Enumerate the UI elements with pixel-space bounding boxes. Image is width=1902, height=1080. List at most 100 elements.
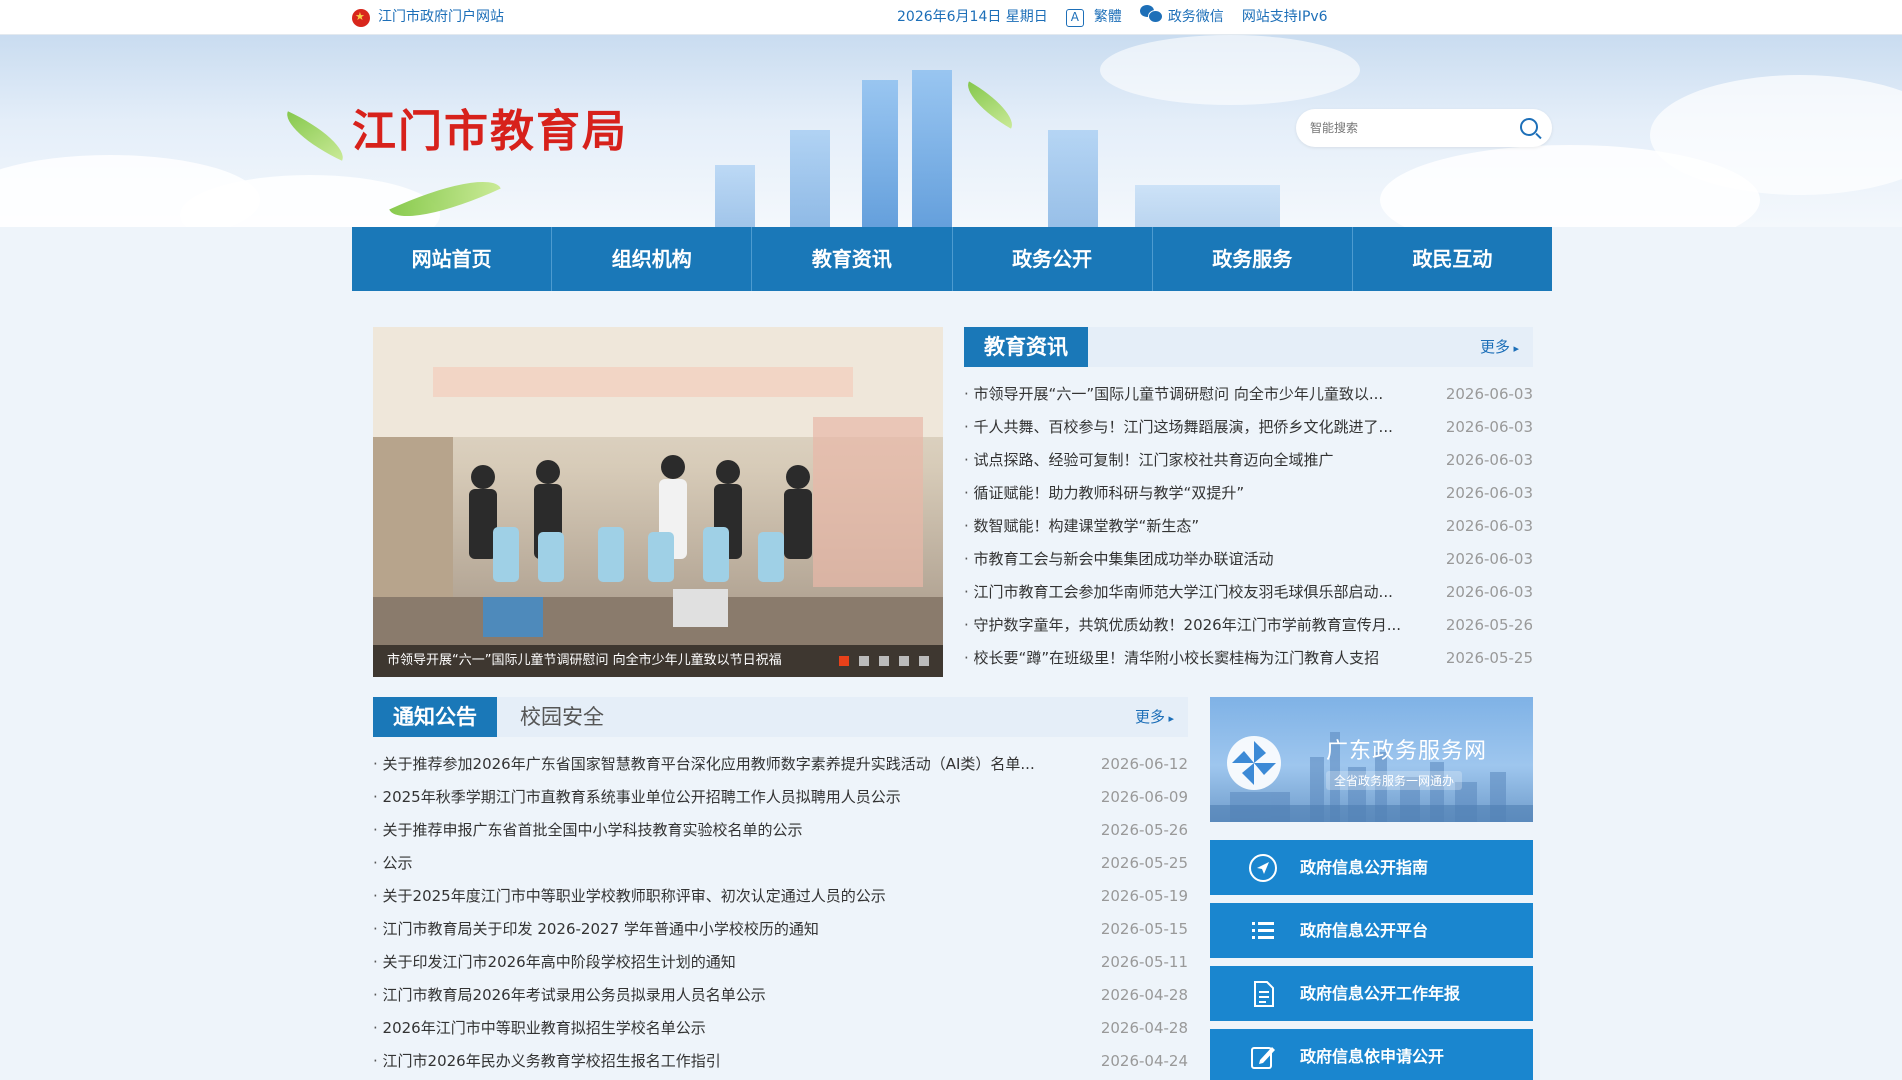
service-button-annual-report[interactable]: 政府信息公开工作年报 bbox=[1210, 966, 1533, 1021]
notice-title[interactable]: 关于2025年度江门市中等职业学校教师职称评审、初次认定通过人员的公示 bbox=[373, 880, 1083, 913]
list-item[interactable]: 关于印发江门市2026年高中阶段学校招生计划的通知 2026-05-11 bbox=[373, 946, 1188, 979]
notice-title[interactable]: 2025年秋季学期江门市直教育系统事业单位公开招聘工作人员拟聘用人员公示 bbox=[373, 781, 1083, 814]
news-title[interactable]: 江门市教育工会参加华南师范大学江门校友羽毛球俱乐部启动... bbox=[964, 576, 1424, 609]
news-title[interactable]: 校长要“蹲”在班级里！清华附小校长窦桂梅为江门教育人支招 bbox=[964, 642, 1424, 675]
traditional-chinese-label: 繁體 bbox=[1093, 9, 1122, 25]
top-bar: 江门市政府门户网站 2026年6月14日 星期日 A 繁體 政务微信 网站支持IP… bbox=[0, 0, 1902, 35]
nav-item-education-news[interactable]: 教育资讯 bbox=[752, 227, 953, 291]
service-button-apply-disclosure[interactable]: 政府信息依申请公开 bbox=[1210, 1029, 1533, 1080]
skyline-tower bbox=[715, 165, 755, 227]
notice-date: 2026-06-12 bbox=[1100, 755, 1188, 773]
font-toggle-icon: A bbox=[1065, 9, 1084, 27]
traditional-chinese-link[interactable]: A 繁體 bbox=[1065, 0, 1122, 35]
national-emblem-icon bbox=[352, 0, 370, 34]
notice-title[interactable]: 公示 bbox=[373, 847, 1083, 880]
list-item[interactable]: 关于推荐参加2026年广东省国家智慧教育平台深化应用教师数字素养提升实践活动（A… bbox=[373, 748, 1188, 781]
list-item[interactable]: 关于推荐申报广东省首批全国中小学科技教育实验校名单的公示 2026-05-26 bbox=[373, 814, 1188, 847]
guangdong-service-banner[interactable]: 广东政务服务网 全省政务服务一网通办 bbox=[1210, 697, 1533, 822]
slider-photo bbox=[373, 327, 943, 677]
notice-title[interactable]: 关于推荐参加2026年广东省国家智慧教育平台深化应用教师数字素养提升实践活动（A… bbox=[373, 748, 1083, 781]
slider-dot-1[interactable] bbox=[839, 656, 849, 666]
header-banner: 江门市教育局 bbox=[0, 35, 1902, 227]
search-input[interactable] bbox=[1310, 118, 1510, 138]
notice-date: 2026-05-25 bbox=[1100, 854, 1188, 872]
site-title: 江门市教育局 bbox=[352, 106, 628, 157]
nav-item-government-services[interactable]: 政务服务 bbox=[1153, 227, 1353, 291]
list-icon bbox=[1252, 922, 1274, 939]
news-title[interactable]: 守护数字童年，共筑优质幼教！2026年江门市学前教育宣传月... bbox=[964, 609, 1424, 642]
list-item[interactable]: 2026年江门市中等职业教育拟招生学校名单公示 2026-04-28 bbox=[373, 1012, 1188, 1045]
list-item[interactable]: 千人共舞、百校参与！江门这场舞蹈展演，把侨乡文化跳进了... 2026-06-03 bbox=[964, 411, 1533, 444]
list-item[interactable]: 2025年秋季学期江门市直教育系统事业单位公开招聘工作人员拟聘用人员公示 2026… bbox=[373, 781, 1188, 814]
news-date: 2026-05-25 bbox=[1445, 649, 1533, 667]
notice-title[interactable]: 江门市2026年民办义务教育学校招生报名工作指引 bbox=[373, 1045, 1083, 1078]
service-button-label: 政府信息公开指南 bbox=[1300, 858, 1429, 877]
service-button-disclosure-guide[interactable]: 政府信息公开指南 bbox=[1210, 840, 1533, 895]
campus-safety-tab[interactable]: 校园安全 bbox=[520, 697, 604, 737]
news-date: 2026-06-03 bbox=[1445, 550, 1533, 568]
list-item[interactable]: 公示 2026-05-25 bbox=[373, 847, 1188, 880]
notice-title[interactable]: 关于推荐申报广东省首批全国中小学科技教育实验校名单的公示 bbox=[373, 814, 1083, 847]
news-date: 2026-06-03 bbox=[1445, 385, 1533, 403]
slider-dot-3[interactable] bbox=[879, 656, 889, 666]
list-item[interactable]: 市领导开展“六一”国际儿童节调研慰问 向全市少年儿童致以... 2026-06-0… bbox=[964, 378, 1533, 411]
service-button-label: 政府信息公开工作年报 bbox=[1300, 984, 1461, 1003]
nav-item-organization[interactable]: 组织机构 bbox=[552, 227, 753, 291]
wechat-link[interactable]: 政务微信 bbox=[1139, 0, 1224, 35]
list-item[interactable]: 市教育工会与新会中集集团成功举办联谊活动 2026-06-03 bbox=[964, 543, 1533, 576]
news-title[interactable]: 市教育工会与新会中集集团成功举办联谊活动 bbox=[964, 543, 1424, 576]
education-news-header: 教育资讯 更多 bbox=[964, 327, 1533, 367]
education-news-more-link[interactable]: 更多 bbox=[1480, 327, 1519, 369]
list-item[interactable]: 数智赋能！构建课堂教学“新生态” 2026-06-03 bbox=[964, 510, 1533, 543]
list-item[interactable]: 江门市教育局2026年考试录用公务员拟录用人员名单公示 2026-04-28 bbox=[373, 979, 1188, 1012]
list-item[interactable]: 循证赋能！助力教师科研与教学“双提升” 2026-06-03 bbox=[964, 477, 1533, 510]
news-slider[interactable]: 市领导开展“六一”国际儿童节调研慰问 向全市少年儿童致以节日祝福 bbox=[373, 327, 943, 677]
news-title[interactable]: 循证赋能！助力教师科研与教学“双提升” bbox=[964, 477, 1424, 510]
news-date: 2026-05-26 bbox=[1445, 616, 1533, 634]
search-icon[interactable] bbox=[1520, 118, 1538, 136]
skyline-bridge bbox=[1135, 185, 1280, 227]
notices-more-link[interactable]: 更多 bbox=[1135, 697, 1174, 739]
nav-item-home[interactable]: 网站首页 bbox=[352, 227, 553, 291]
skyline-tower bbox=[790, 130, 830, 227]
news-title[interactable]: 数智赋能！构建课堂教学“新生态” bbox=[964, 510, 1424, 543]
notice-date: 2026-05-19 bbox=[1100, 887, 1188, 905]
service-button-label: 政府信息公开平台 bbox=[1300, 921, 1429, 940]
notices-tab[interactable]: 通知公告 bbox=[373, 697, 497, 737]
education-news-list: 市领导开展“六一”国际儿童节调研慰问 向全市少年儿童致以... 2026-06-0… bbox=[964, 378, 1533, 675]
slider-dot-4[interactable] bbox=[899, 656, 909, 666]
notice-title[interactable]: 关于印发江门市2026年高中阶段学校招生计划的通知 bbox=[373, 946, 1083, 979]
list-item[interactable]: 江门市2026年民办义务教育学校招生报名工作指引 2026-04-24 bbox=[373, 1045, 1188, 1078]
list-item[interactable]: 江门市教育工会参加华南师范大学江门校友羽毛球俱乐部启动... 2026-06-03 bbox=[964, 576, 1533, 609]
news-date: 2026-06-03 bbox=[1445, 484, 1533, 502]
service-button-disclosure-platform[interactable]: 政府信息公开平台 bbox=[1210, 903, 1533, 958]
list-item[interactable]: 守护数字童年，共筑优质幼教！2026年江门市学前教育宣传月... 2026-05-… bbox=[964, 609, 1533, 642]
notice-date: 2026-04-28 bbox=[1100, 986, 1188, 1004]
portal-link[interactable]: 江门市政府门户网站 bbox=[352, 0, 504, 35]
service-button-label: 政府信息依申请公开 bbox=[1300, 1047, 1445, 1066]
main-nav: 网站首页 组织机构 教育资讯 政务公开 政务服务 政民互动 bbox=[352, 227, 1552, 291]
news-date: 2026-06-03 bbox=[1445, 451, 1533, 469]
nav-item-public-interaction[interactable]: 政民互动 bbox=[1353, 227, 1552, 291]
education-news-tab[interactable]: 教育资讯 bbox=[964, 327, 1088, 367]
wechat-icon bbox=[1139, 5, 1163, 23]
list-item[interactable]: 关于2025年度江门市中等职业学校教师职称评审、初次认定通过人员的公示 2026-… bbox=[373, 880, 1188, 913]
leaf-decoration bbox=[959, 81, 1021, 129]
notice-title[interactable]: 江门市教育局关于印发 2026-2027 学年普通中小学校校历的通知 bbox=[373, 913, 1083, 946]
slider-dot-2[interactable] bbox=[859, 656, 869, 666]
news-date: 2026-06-03 bbox=[1445, 418, 1533, 436]
notice-title[interactable]: 江门市教育局2026年考试录用公务员拟录用人员名单公示 bbox=[373, 979, 1083, 1012]
notice-title[interactable]: 2026年江门市中等职业教育拟招生学校名单公示 bbox=[373, 1012, 1083, 1045]
news-date: 2026-06-03 bbox=[1445, 583, 1533, 601]
slider-dot-5[interactable] bbox=[919, 656, 929, 666]
skyline-tower bbox=[1048, 130, 1098, 227]
list-item[interactable]: 校长要“蹲”在班级里！清华附小校长窦桂梅为江门教育人支招 2026-05-25 bbox=[964, 642, 1533, 675]
notice-date: 2026-05-11 bbox=[1100, 953, 1188, 971]
news-title[interactable]: 试点探路、经验可复制！江门家校社共育迈向全域推广 bbox=[964, 444, 1424, 477]
list-item[interactable]: 试点探路、经验可复制！江门家校社共育迈向全域推广 2026-06-03 bbox=[964, 444, 1533, 477]
notice-date: 2026-05-15 bbox=[1100, 920, 1188, 938]
news-title[interactable]: 千人共舞、百校参与！江门这场舞蹈展演，把侨乡文化跳进了... bbox=[964, 411, 1424, 444]
news-title[interactable]: 市领导开展“六一”国际儿童节调研慰问 向全市少年儿童致以... bbox=[964, 378, 1424, 411]
list-item[interactable]: 江门市教育局关于印发 2026-2027 学年普通中小学校校历的通知 2026-0… bbox=[373, 913, 1188, 946]
nav-item-government-affairs[interactable]: 政务公开 bbox=[953, 227, 1153, 291]
